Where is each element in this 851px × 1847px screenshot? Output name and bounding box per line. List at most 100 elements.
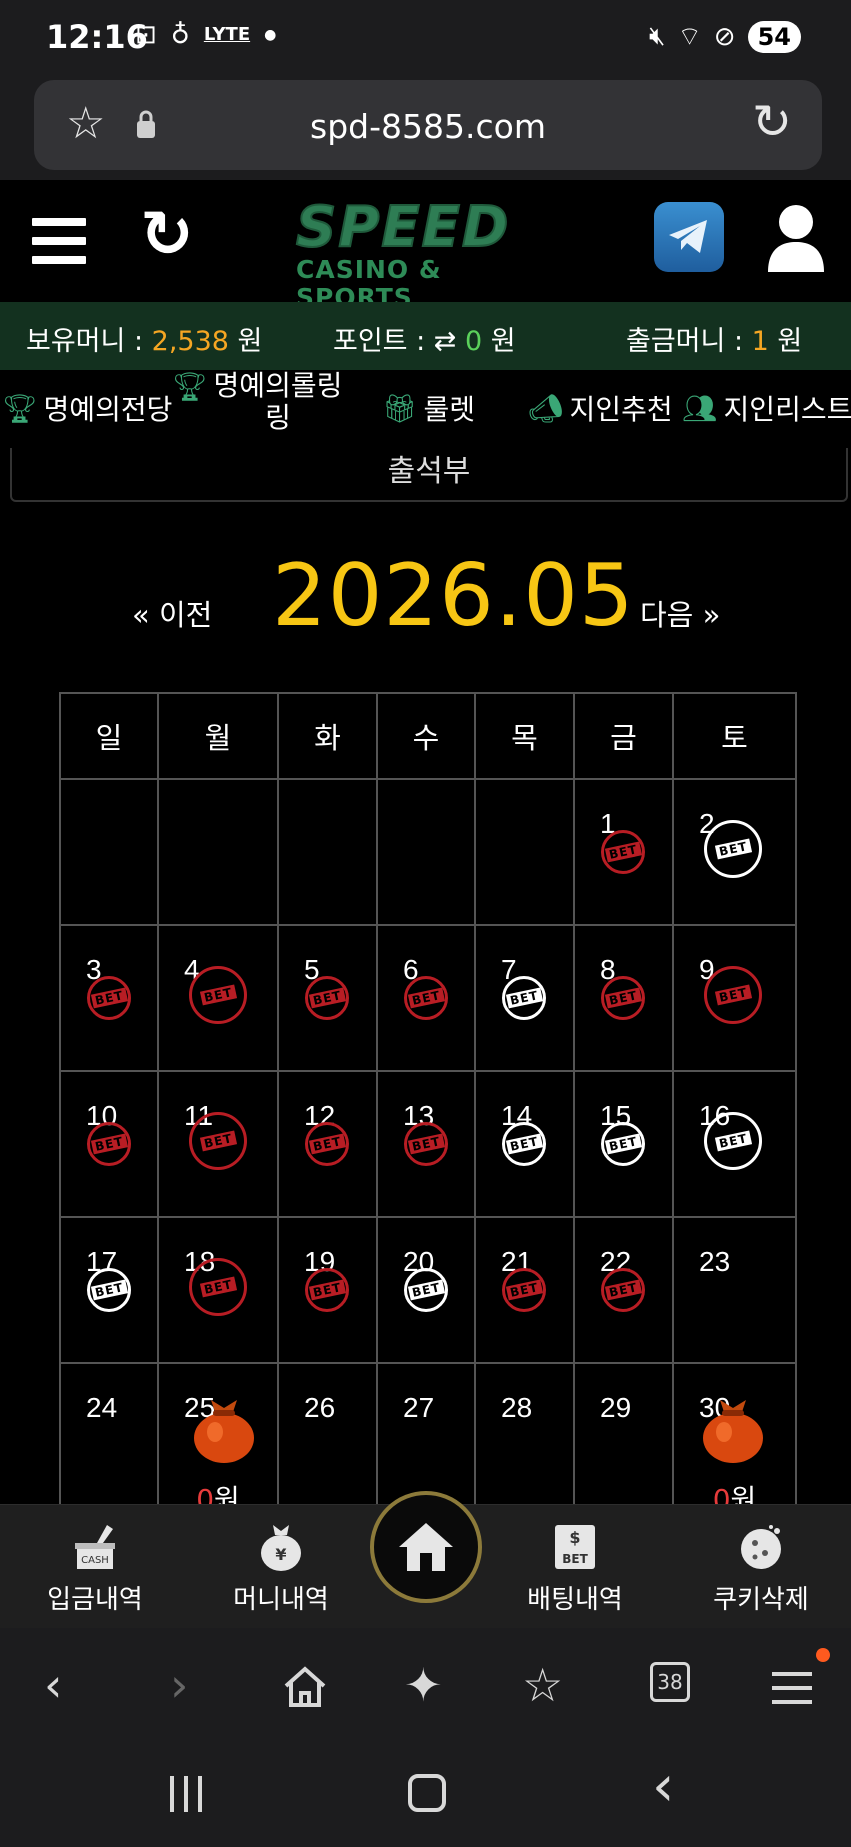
recent-apps-icon[interactable]	[170, 1776, 202, 1812]
attendance-stamp-icon: BET	[87, 1268, 131, 1312]
calendar-day-cell: 7 BET	[474, 924, 575, 1072]
calendar-day-cell: 16 BET	[672, 1070, 797, 1218]
megaphone-icon: 📣︎	[528, 391, 564, 425]
telegram-button[interactable]	[654, 202, 724, 272]
user-profile-icon[interactable]	[766, 202, 826, 276]
reload-icon[interactable]: ↻	[752, 94, 792, 150]
calendar-day-cell: 26	[277, 1362, 378, 1510]
nav-referral-list[interactable]: 👥︎ 지인리스트	[682, 388, 851, 428]
day-number: 26	[304, 1392, 336, 1423]
svg-text:CASH: CASH	[81, 1555, 109, 1566]
calendar-day-cell: 22 BET	[573, 1216, 674, 1364]
nav-referral[interactable]: 📣︎ 지인추천	[528, 388, 673, 428]
calendar-day-cell: 30 0원	[672, 1362, 797, 1516]
bookmarks-star-icon[interactable]: ☆	[522, 1658, 563, 1712]
gift-icon: 🎁︎	[382, 391, 418, 425]
trophy-icon: 🏆︎	[2, 391, 38, 425]
attendance-stamp-icon: BET	[404, 1268, 448, 1312]
site-logo[interactable]: SPEED CASINO & SPORTS	[295, 199, 558, 312]
calendar-day-cell: 5 BET	[277, 924, 378, 1072]
calendar-week-row: 10 BET 11 BET 12 BET 13 BET 14 BET 15 BE…	[59, 1070, 797, 1218]
status-icons-right: 🔇︎ ⌔ ⊘ 54	[649, 20, 801, 53]
month-title: 2026.05	[272, 546, 635, 646]
trophy-icon: 🏆︎	[172, 370, 208, 403]
system-back-icon[interactable]: ‹	[652, 1754, 674, 1819]
calendar-day-cell: 3 BET	[59, 924, 159, 1072]
calendar-day-cell: 20 BET	[376, 1216, 476, 1364]
refresh-icon[interactable]: ↻	[140, 198, 194, 272]
nav-rolling-hall-of-fame[interactable]: 🏆︎ 명예의롤링 링	[172, 370, 342, 434]
calendar-day-cell: 13 BET	[376, 1070, 476, 1218]
prev-month-button[interactable]: « 이전	[132, 592, 212, 634]
day-number: 28	[501, 1392, 533, 1423]
cookie-delete-button[interactable]: 쿠키삭제	[706, 1521, 816, 1616]
home-icon	[399, 1523, 453, 1571]
nav-strip: 🏆︎ 명예의전당 🏆︎ 명예의롤링 링 🎁︎ 룰렛 📣︎ 지인추천 👥︎ 지인리…	[0, 370, 851, 448]
menu-hamburger-icon[interactable]	[32, 218, 86, 264]
screen-record-icon: ⊡	[135, 20, 157, 50]
notification-dot-icon: ●	[264, 27, 277, 43]
nav-hall-of-fame[interactable]: 🏆︎ 명예의전당	[2, 388, 172, 428]
attendance-stamp-icon: BET	[189, 966, 247, 1024]
calendar-week-row: 24 25 0원 26 27 28 29 30 0원	[59, 1362, 797, 1516]
status-bar: 12:16 ⊡ ♁ LYTE ● 🔇︎ ⌔ ⊘ 54	[0, 0, 851, 72]
attendance-title: 출석부	[387, 454, 471, 489]
attendance-stamp-icon: BET	[87, 976, 131, 1020]
money-history-button[interactable]: ¥ 머니내역	[226, 1521, 336, 1616]
money-pouch-icon	[703, 1400, 763, 1463]
attendance-calendar: 일 월 화 수 목 금 토 1 BET 2 BET 3 BET 4 BET 5 …	[59, 692, 797, 1516]
tabs-button[interactable]: 38	[650, 1662, 690, 1702]
month-navigation: « 이전 2026.05 다음 »	[0, 540, 851, 650]
calendar-empty-cell	[474, 778, 575, 926]
home-button[interactable]	[370, 1491, 482, 1603]
home-outline-icon[interactable]	[282, 1664, 328, 1710]
attendance-stamp-icon: BET	[601, 1268, 645, 1312]
attendance-stamp-icon: BET	[189, 1258, 247, 1316]
attendance-stamp-icon: BET	[305, 976, 349, 1020]
back-arrow-icon[interactable]: ‹	[44, 1658, 62, 1712]
calendar-day-cell: 15 BET	[573, 1070, 674, 1218]
attendance-stamp-icon: BET	[189, 1112, 247, 1170]
day-number: 24	[86, 1392, 118, 1423]
point-balance[interactable]: 포인트 : ⇄ 0 원	[333, 319, 516, 358]
telegram-icon	[669, 220, 707, 253]
nav-roulette[interactable]: 🎁︎ 룰렛	[382, 388, 475, 428]
money-balance: 보유머니 : 2,538 원	[26, 326, 263, 357]
calendar-day-cell: 2 BET	[672, 778, 797, 926]
calendar-day-cell: 8 BET	[573, 924, 674, 1072]
point-convert-icon: ⇄	[433, 326, 457, 357]
cookie-icon	[741, 1525, 781, 1569]
users-icon: 👥︎	[682, 391, 718, 425]
attendance-stamp-icon: BET	[502, 1122, 546, 1166]
next-month-button[interactable]: 다음 »	[640, 592, 720, 634]
clock: 12:16	[46, 18, 148, 56]
url-text: spd-8585.com	[310, 107, 546, 146]
wearable-icon: ♁	[170, 20, 190, 50]
url-field[interactable]: ☆ spd-8585.com ↻	[34, 80, 822, 170]
attendance-stamp-icon: BET	[305, 1122, 349, 1166]
weekday-tue: 화	[277, 692, 378, 780]
weekday-thu: 목	[474, 692, 575, 780]
mute-icon: 🔇︎	[648, 21, 666, 51]
day-number: 23	[699, 1246, 731, 1277]
calendar-week-row: 1 BET 2 BET	[59, 778, 797, 926]
calendar-day-cell: 12 BET	[277, 1070, 378, 1218]
forward-arrow-icon[interactable]: ›	[170, 1658, 188, 1712]
calendar-week-row: 17 BET 18 BET 19 BET 20 BET 21 BET 22 BE…	[59, 1216, 797, 1364]
calendar-day-cell: 23	[672, 1216, 797, 1364]
weekday-fri: 금	[573, 692, 674, 780]
weekday-sat: 토	[672, 692, 797, 780]
weekday-sun: 일	[59, 692, 159, 780]
calendar-day-cell: 11 BET	[157, 1070, 279, 1218]
calendar-empty-cell	[277, 778, 378, 926]
browser-menu-icon[interactable]	[772, 1672, 812, 1704]
betting-history-button[interactable]: $ BET 배팅내역	[520, 1521, 630, 1616]
calendar-day-cell: 14 BET	[474, 1070, 575, 1218]
calendar-day-cell: 18 BET	[157, 1216, 279, 1364]
calendar-day-cell: 24	[59, 1362, 159, 1510]
attendance-stamp-icon: BET	[305, 1268, 349, 1312]
sparkle-ai-icon[interactable]: ✦	[404, 1658, 443, 1712]
bet-ticket-icon: $ BET	[555, 1525, 595, 1569]
system-home-icon[interactable]	[408, 1774, 446, 1812]
deposit-history-button[interactable]: CASH 입금내역	[40, 1521, 150, 1616]
